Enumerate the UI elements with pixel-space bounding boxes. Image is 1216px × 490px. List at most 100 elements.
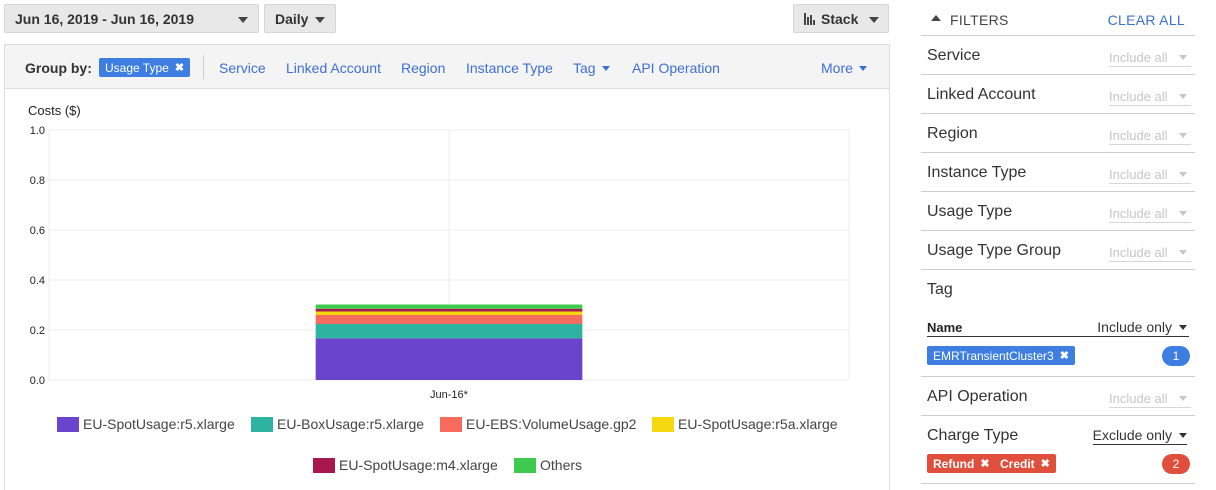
include-all-label: Include all xyxy=(1109,245,1168,260)
filter-label: Usage Type Group xyxy=(927,242,1062,259)
chevron-down-icon xyxy=(1179,211,1187,216)
granularity-dropdown[interactable]: Daily xyxy=(264,4,336,33)
remove-icon[interactable]: ✖ xyxy=(175,61,184,74)
group-by-tag[interactable]: Tag xyxy=(573,60,610,76)
tag-chip[interactable]: EMRTransientCluster3 ✖ xyxy=(927,346,1075,365)
group-by-chip[interactable]: Usage Type ✖ xyxy=(99,58,191,77)
filter-label: Region xyxy=(927,125,978,142)
bar-segment xyxy=(315,308,583,312)
remove-icon[interactable]: ✖ xyxy=(1041,457,1050,470)
tag-name-label: Name xyxy=(927,320,963,335)
include-all-dropdown[interactable]: Include all xyxy=(1109,128,1191,145)
filter-label: Charge Type xyxy=(927,427,1019,444)
charge-type-chip-credit[interactable]: Credit ✖ xyxy=(994,454,1056,473)
granularity-label: Daily xyxy=(275,10,309,27)
tag-count-badge: 1 xyxy=(1162,346,1190,366)
chart-style-dropdown[interactable]: Stack xyxy=(793,4,889,33)
include-all-dropdown[interactable]: Include all xyxy=(1109,391,1191,408)
remove-icon[interactable]: ✖ xyxy=(980,457,989,470)
legend-item[interactable]: EU-EBS:VolumeUsage.gp2 xyxy=(440,416,636,432)
legend-swatch xyxy=(313,457,335,473)
include-all-label: Include all xyxy=(1109,50,1168,65)
include-all-dropdown[interactable]: Include all xyxy=(1109,89,1191,106)
include-all-label: Include all xyxy=(1109,206,1168,221)
chip-label: Credit xyxy=(1000,456,1035,471)
include-all-label: Include all xyxy=(1109,391,1168,406)
group-by-api-operation[interactable]: API Operation xyxy=(632,60,720,76)
chip-label: Refund xyxy=(933,456,975,471)
legend-item[interactable]: EU-BoxUsage:r5.xlarge xyxy=(251,416,424,432)
group-by-linked-account[interactable]: Linked Account xyxy=(286,60,381,76)
legend-item[interactable]: EU-SpotUsage:r5.xlarge xyxy=(57,416,235,432)
date-range-label: Jun 16, 2019 - Jun 16, 2019 xyxy=(15,10,194,27)
charge-type-mode-dropdown[interactable]: Exclude only xyxy=(1092,427,1187,445)
charge-type-chip-refund[interactable]: Refund ✖ xyxy=(927,454,996,473)
divider xyxy=(203,55,204,79)
filter-label: Usage Type xyxy=(927,203,1013,220)
chevron-down-icon xyxy=(1179,172,1187,177)
filter-row-instance-type[interactable]: Instance Type Include all xyxy=(921,153,1195,192)
include-all-dropdown[interactable]: Include all xyxy=(1109,50,1191,67)
include-all-dropdown[interactable]: Include all xyxy=(1109,206,1191,223)
include-all-dropdown[interactable]: Include all xyxy=(1109,245,1191,262)
cost-chart: 1.0 0.8 0.6 0.4 0.2 0.0 Jun-16* xyxy=(30,125,850,401)
chevron-down-icon xyxy=(1179,55,1187,60)
filter-row-api-operation[interactable]: API Operation Include all xyxy=(921,377,1195,416)
filter-row-usage-type-group[interactable]: Usage Type Group Include all xyxy=(921,231,1195,270)
bar-segment xyxy=(315,315,583,324)
remove-icon[interactable]: ✖ xyxy=(1060,349,1069,362)
divider xyxy=(927,336,1189,337)
legend-label: EU-BoxUsage:r5.xlarge xyxy=(277,416,425,432)
group-by-bar: Group by: Usage Type ✖ Service Linked Ac… xyxy=(5,45,889,89)
group-by-region[interactable]: Region xyxy=(401,60,445,76)
charge-type-count-badge: 2 xyxy=(1162,454,1190,474)
charge-type-mode-label: Exclude only xyxy=(1092,427,1172,443)
filter-row-tag: Tag Name Include only EMRTransientCluste… xyxy=(921,270,1195,377)
legend-item[interactable]: EU-SpotUsage:r5a.xlarge xyxy=(652,416,838,432)
filter-row-usage-type[interactable]: Usage Type Include all xyxy=(921,192,1195,231)
chevron-down-icon xyxy=(869,17,879,23)
filter-row-service[interactable]: Service Include all xyxy=(921,36,1195,75)
filters-panel: FILTERS CLEAR ALL Service Include all Li… xyxy=(921,0,1195,490)
filter-label: Service xyxy=(927,47,981,64)
filter-row-region[interactable]: Region Include all xyxy=(921,114,1195,153)
group-by-service[interactable]: Service xyxy=(219,60,266,76)
bar-segment xyxy=(315,304,583,309)
y-tick-label: 0.4 xyxy=(30,275,45,287)
legend-label: Others xyxy=(540,457,583,473)
clear-all-link[interactable]: CLEAR ALL xyxy=(1108,12,1185,28)
chevron-down-icon xyxy=(315,17,325,23)
legend-label: EU-SpotUsage:r5a.xlarge xyxy=(678,416,838,432)
chevron-down-icon xyxy=(1179,325,1187,330)
chevron-down-icon xyxy=(1179,433,1187,438)
include-all-label: Include all xyxy=(1109,89,1168,104)
filter-label: Tag xyxy=(927,281,953,298)
bar-segment xyxy=(315,338,583,380)
tag-chip-label: EMRTransientCluster3 xyxy=(933,348,1054,363)
legend-swatch xyxy=(57,416,79,432)
group-by-label: Group by: xyxy=(25,60,92,76)
tag-mode-label: Include only xyxy=(1097,319,1172,335)
collapse-icon[interactable] xyxy=(931,15,941,21)
y-tick-label: 0.8 xyxy=(30,175,45,187)
date-range-dropdown[interactable]: Jun 16, 2019 - Jun 16, 2019 xyxy=(4,4,259,33)
include-all-label: Include all xyxy=(1109,128,1168,143)
x-tick-label: Jun-16* xyxy=(430,389,469,401)
legend-item[interactable]: EU-SpotUsage:m4.xlarge xyxy=(313,457,498,473)
include-all-dropdown[interactable]: Include all xyxy=(1109,167,1191,184)
y-tick-label: 0.2 xyxy=(30,325,45,337)
chart-style-label: Stack xyxy=(821,10,859,27)
bar-chart-icon xyxy=(804,12,815,25)
y-tick-label: 0.6 xyxy=(30,225,45,237)
tag-mode-dropdown[interactable]: Include only xyxy=(1097,319,1187,335)
filter-label: Linked Account xyxy=(927,86,1036,103)
group-by-more-label: More xyxy=(821,60,853,76)
legend-item[interactable]: Others xyxy=(514,457,582,473)
group-by-more[interactable]: More xyxy=(821,60,867,76)
group-by-chip-label: Usage Type xyxy=(105,60,169,75)
filter-row-linked-account[interactable]: Linked Account Include all xyxy=(921,75,1195,114)
group-by-instance-type[interactable]: Instance Type xyxy=(466,60,553,76)
legend-swatch xyxy=(652,416,674,432)
filters-title: FILTERS xyxy=(950,12,1009,28)
bar-segment xyxy=(315,324,583,339)
